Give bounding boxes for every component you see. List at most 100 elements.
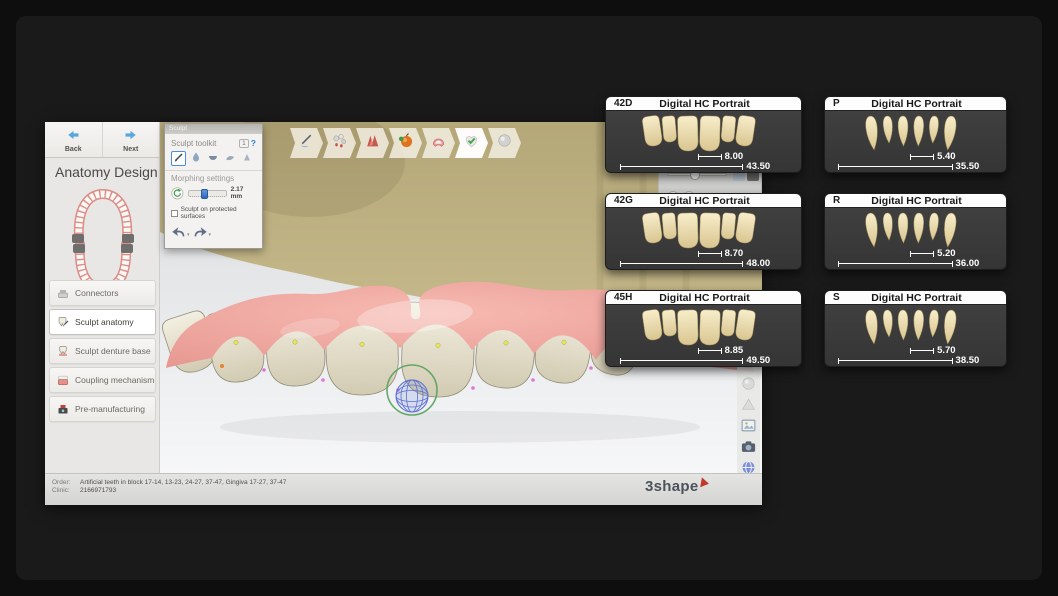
mould-code: 45H [606,292,648,303]
set-length-ruler: 35.50 [838,161,1005,172]
sculpt-panel-titlebar[interactable]: Sculpt [165,124,262,134]
anatomy-control-point[interactable] [562,340,566,344]
page-title: Anatomy Design [55,164,158,180]
sphere-view-icon[interactable] [740,375,757,392]
mould-tooth [677,213,698,249]
set-length-value: 36.00 [956,258,980,269]
sidebar-item-pre-manufacturing[interactable]: Pre-manufacturing [49,396,156,422]
smooth-tool-button[interactable] [222,151,237,166]
mould-card-body: 8.8549.50 [606,305,801,367]
workflow-step-6[interactable] [455,128,488,158]
workflow-step-4[interactable] [389,128,422,158]
set-length-ruler: 36.00 [838,258,1005,269]
screenshot-view-icon[interactable] [740,417,757,434]
reset-morph-icon[interactable] [171,187,184,200]
morph-size-slider-thumb[interactable] [201,189,208,199]
mould-card-42D[interactable]: 42DDigital HC Portrait8.0043.50 [605,96,802,173]
mould-card-R[interactable]: RDigital HC Portrait5.2036.00 [824,193,1007,270]
sidebar-item-coupling-mechanism[interactable]: Coupling mechanism [49,367,156,393]
mould-card-S[interactable]: SDigital HC Portrait5.7038.50 [824,290,1007,367]
redo-button[interactable]: ▾ [193,225,212,238]
mould-title: Digital HC Portrait [648,98,801,110]
mould-card-body: 5.2036.00 [825,208,1006,270]
contact-point[interactable] [471,386,475,390]
contact-point[interactable] [262,368,266,372]
contact-point[interactable] [321,378,325,382]
fruit-sphere-step-icon [397,132,414,154]
sculpt-toolkit-label: Sculpt toolkit [171,139,216,148]
mould-title: Digital HC Portrait [867,195,1006,207]
mould-tooth [699,213,720,249]
sidebar-item-sculpt-anatomy[interactable]: Sculpt anatomy [49,309,156,335]
sculpt-tool-row [171,151,256,166]
workflow-step-5[interactable] [422,128,455,158]
protect-tool-icon [241,150,253,168]
mould-card-header: 42DDigital HC Portrait [606,97,801,111]
denture-arch-step-icon [430,132,447,154]
wax-add-tool-button[interactable] [188,151,203,166]
mould-tooth [734,309,755,341]
mould-code: 42D [606,98,648,109]
mould-card-body: 5.7038.50 [825,305,1006,367]
checkbox-icon[interactable] [171,210,178,217]
sidebar-item-connectors[interactable]: Connectors [49,280,156,306]
anatomy-control-point[interactable] [436,343,440,347]
help-button[interactable]: ? [251,138,256,148]
back-label: Back [65,146,82,153]
sculpt-denture-icon [57,345,69,357]
morphing-settings-label: Morphing settings [171,174,256,183]
mould-tooth [928,116,939,144]
coupling-icon [57,374,69,386]
mould-tooth [699,310,720,346]
contact-point[interactable] [531,378,535,382]
protect-tool-button[interactable] [239,151,254,166]
undo-caret-icon[interactable]: ▾ [187,232,190,238]
sidebar-item-sculpt-denture-base[interactable]: Sculpt denture base [49,338,156,364]
mould-tooth [942,115,957,150]
mould-tooth [864,115,879,150]
anatomy-control-point[interactable] [360,342,364,346]
mould-code: S [825,292,867,303]
mould-tooth [677,310,698,346]
next-arrow-icon [124,127,137,145]
mould-tooth [913,213,923,243]
redo-caret-icon[interactable]: ▾ [209,232,212,238]
anatomy-control-point[interactable] [293,340,297,344]
edge-point[interactable] [220,364,224,368]
workflow-step-3[interactable] [356,128,389,158]
mould-card-header: RDigital HC Portrait [825,194,1006,208]
anatomy-control-point[interactable] [234,340,238,344]
workflow-step-7[interactable] [488,128,521,158]
morph-brush-tool-button[interactable] [171,151,186,166]
morph-size-value: 2.17 mm [231,186,256,200]
ruler-line [698,348,722,354]
chat-globe-view-icon[interactable] [740,459,757,473]
mould-card-P[interactable]: PDigital HC Portrait5.4035.50 [824,96,1007,173]
visibility-slider[interactable] [667,173,727,176]
mould-tooth [942,309,957,344]
next-button[interactable]: Next [102,122,160,157]
undo-button[interactable]: ▾ [171,225,190,238]
workflow-step-2[interactable] [323,128,356,158]
morph-size-slider[interactable] [188,190,227,197]
logo-triangle-icon [700,477,710,488]
mould-card-42G[interactable]: 42GDigital HC Portrait8.7048.00 [605,193,802,270]
mould-card-45H[interactable]: 45HDigital HC Portrait8.8549.50 [605,290,802,367]
ruler-line [910,154,934,160]
wax-remove-tool-button[interactable] [205,151,220,166]
mould-tooth [928,310,939,338]
protected-surfaces-checkbox[interactable]: Sculpt on protected surfaces [171,206,256,220]
workflow-step-1[interactable] [290,128,323,158]
mould-tooth [864,309,879,344]
back-button[interactable]: Back [45,122,102,157]
contact-point[interactable] [589,366,593,370]
mould-tooth [661,115,676,142]
mould-tooth [864,212,879,247]
pyramid-view-icon[interactable] [740,396,757,413]
anatomy-control-point[interactable] [504,341,508,345]
mould-tooth [897,116,907,146]
dental-arch-diagram[interactable] [61,186,145,294]
camera-view-icon[interactable] [740,438,757,455]
mould-tooth [942,212,957,247]
teeth-pins-step-icon [331,132,348,154]
